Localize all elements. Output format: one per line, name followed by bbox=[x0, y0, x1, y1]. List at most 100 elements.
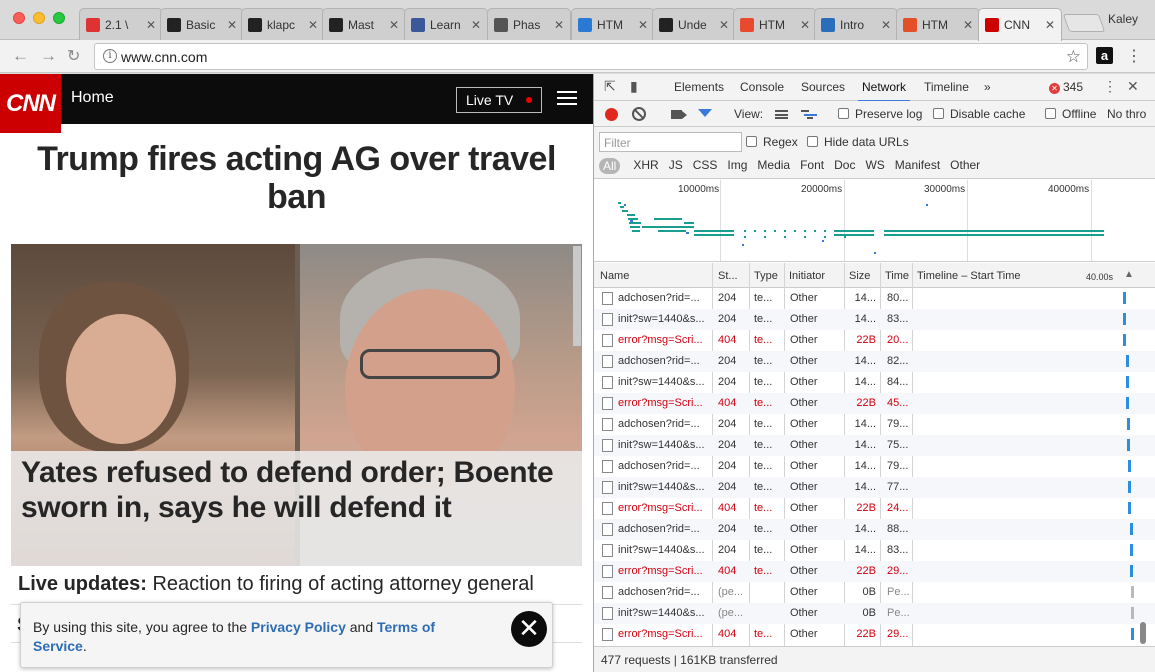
preserve-log-label[interactable]: Preserve log bbox=[855, 107, 922, 121]
record-icon[interactable] bbox=[605, 108, 618, 121]
cnn-logo[interactable]: CNN bbox=[0, 74, 61, 133]
more-tabs-button[interactable]: » bbox=[984, 80, 991, 94]
info-icon[interactable]: i bbox=[103, 49, 117, 63]
browser-tab[interactable]: Unde ✕ bbox=[652, 8, 736, 40]
filter-type-img[interactable]: Img bbox=[727, 158, 747, 174]
browser-tab[interactable]: Intro ✕ bbox=[814, 8, 898, 40]
request-row[interactable]: adchosen?rid=... 204 te... Other 14... 79... bbox=[594, 414, 1155, 435]
browser-tab[interactable]: HTM ✕ bbox=[571, 8, 655, 40]
filter-type-css[interactable]: CSS bbox=[693, 158, 718, 174]
close-tab-icon[interactable]: ✕ bbox=[800, 18, 810, 32]
page-headline[interactable]: Trump fires acting AG over travel ban bbox=[10, 140, 583, 216]
clear-icon[interactable] bbox=[632, 107, 646, 121]
request-row[interactable]: error?msg=Scri... 404 te... Other 22B 24... bbox=[594, 498, 1155, 519]
request-row[interactable]: init?sw=1440&s... (pe... Other 0B Pe... bbox=[594, 603, 1155, 624]
tab-network[interactable]: Network bbox=[857, 80, 911, 102]
tab-console[interactable]: Console bbox=[740, 80, 784, 94]
devtools-menu-icon[interactable]: ⋮ bbox=[1103, 78, 1117, 95]
tab-elements[interactable]: Elements bbox=[674, 80, 724, 94]
offline-label[interactable]: Offline bbox=[1062, 107, 1096, 121]
col-type[interactable]: Type bbox=[754, 270, 778, 282]
request-row[interactable]: error?msg=Scri... 404 te... Other 22B 29... bbox=[594, 624, 1155, 645]
profile-name[interactable]: Kaley bbox=[1108, 12, 1138, 26]
close-tab-icon[interactable]: ✕ bbox=[308, 18, 318, 32]
nav-home-link[interactable]: Home bbox=[71, 89, 114, 107]
network-overview[interactable]: 10000ms 20000ms 30000ms 40000ms bbox=[594, 180, 1155, 262]
preserve-log-checkbox[interactable] bbox=[838, 108, 849, 119]
browser-tab[interactable]: CNN ✕ bbox=[978, 8, 1062, 41]
browser-tab[interactable]: Phas ✕ bbox=[487, 8, 571, 40]
close-tab-icon[interactable]: ✕ bbox=[146, 18, 156, 32]
throttle-select[interactable]: No thro bbox=[1107, 107, 1146, 121]
bookmark-star-icon[interactable]: ☆ bbox=[1066, 47, 1081, 67]
col-time[interactable]: Time bbox=[885, 270, 909, 282]
col-status[interactable]: St... bbox=[718, 270, 738, 282]
story-subhead[interactable]: Yates refused to defend order; Boente sw… bbox=[21, 455, 581, 525]
privacy-policy-link[interactable]: Privacy Policy bbox=[251, 619, 346, 635]
zoom-window-button[interactable] bbox=[53, 12, 65, 24]
request-row[interactable]: init?sw=1440&s... 204 te... Other 14... 83... bbox=[594, 309, 1155, 330]
request-row[interactable]: init?sw=1440&s... 204 te... Other 14... 75... bbox=[594, 435, 1155, 456]
col-size[interactable]: Size bbox=[849, 270, 870, 282]
col-timeline[interactable]: Timeline – Start Time bbox=[917, 270, 1021, 282]
request-row[interactable]: adchosen?rid=... 204 te... Other 14... 88... bbox=[594, 519, 1155, 540]
url-text[interactable]: www.cnn.com bbox=[121, 49, 207, 65]
hide-data-urls-checkbox[interactable] bbox=[807, 136, 818, 147]
overview-icon[interactable] bbox=[801, 110, 817, 119]
request-row[interactable]: error?msg=Scri... 404 te... Other 22B 29... bbox=[594, 561, 1155, 582]
browser-tab[interactable]: HTM ✕ bbox=[733, 8, 817, 40]
browser-tab[interactable]: klapc ✕ bbox=[241, 8, 325, 40]
browser-tab[interactable]: HTM ✕ bbox=[896, 8, 980, 40]
filter-type-xhr[interactable]: XHR bbox=[633, 158, 658, 174]
browser-tab[interactable]: Learn ✕ bbox=[404, 8, 488, 40]
disable-cache-label[interactable]: Disable cache bbox=[950, 107, 1025, 121]
close-window-button[interactable] bbox=[13, 12, 25, 24]
request-row[interactable]: adchosen?rid=... 204 te... Other 14... 80... bbox=[594, 288, 1155, 309]
close-tab-icon[interactable]: ✕ bbox=[389, 18, 399, 32]
amazon-extension-icon[interactable]: a bbox=[1096, 47, 1113, 64]
request-row[interactable]: init?sw=1440&s... 204 te... Other 14... 84... bbox=[594, 372, 1155, 393]
request-row[interactable]: error?msg=Scri... 404 te... Other 22B 45... bbox=[594, 393, 1155, 414]
forward-arrow-icon[interactable]: → bbox=[40, 46, 57, 66]
filter-type-other[interactable]: Other bbox=[950, 158, 980, 174]
close-tab-icon[interactable]: ✕ bbox=[471, 18, 481, 32]
hide-data-urls-label[interactable]: Hide data URLs bbox=[824, 135, 909, 149]
table-scrollbar[interactable] bbox=[1140, 622, 1146, 644]
chrome-menu-icon[interactable]: ⋮ bbox=[1126, 46, 1142, 66]
address-bar[interactable]: i www.cnn.com ☆ bbox=[94, 43, 1088, 70]
tab-timeline[interactable]: Timeline bbox=[924, 80, 969, 94]
large-rows-icon[interactable] bbox=[775, 110, 788, 119]
request-row[interactable]: error?msg=Scri... 404 te... Other 22B 20... bbox=[594, 330, 1155, 351]
col-name[interactable]: Name bbox=[600, 270, 629, 282]
filter-type-font[interactable]: Font bbox=[800, 158, 824, 174]
close-tab-icon[interactable]: ✕ bbox=[227, 18, 237, 32]
request-row[interactable]: adchosen?rid=... 204 te... Other 14... 79... bbox=[594, 456, 1155, 477]
filter-type-all[interactable]: All bbox=[599, 158, 621, 174]
request-row[interactable]: init?sw=1440&s... 204 te... Other 14... 77... bbox=[594, 477, 1155, 498]
close-tab-icon[interactable]: ✕ bbox=[1045, 18, 1055, 32]
live-tv-button[interactable]: Live TV bbox=[456, 87, 542, 113]
minimize-window-button[interactable] bbox=[33, 12, 45, 24]
browser-tab[interactable]: Mast ✕ bbox=[322, 8, 406, 40]
regex-label[interactable]: Regex bbox=[763, 135, 798, 149]
reload-icon[interactable]: ↻ bbox=[67, 46, 80, 66]
offline-checkbox[interactable] bbox=[1045, 108, 1056, 119]
browser-tab[interactable]: Basic ✕ bbox=[160, 8, 244, 40]
close-tab-icon[interactable]: ✕ bbox=[719, 18, 729, 32]
request-row[interactable]: adchosen?rid=... 204 te... Other 14... 82... bbox=[594, 351, 1155, 372]
col-initiator[interactable]: Initiator bbox=[789, 270, 825, 282]
request-row[interactable]: adchosen?rid=... (pe... Other 0B Pe... bbox=[594, 582, 1155, 603]
live-updates-link[interactable]: Live updates: Reaction to firing of acti… bbox=[18, 573, 534, 596]
filter-funnel-icon[interactable] bbox=[698, 109, 712, 117]
close-tab-icon[interactable]: ✕ bbox=[554, 18, 564, 32]
device-mode-icon[interactable]: ▮ bbox=[630, 78, 638, 95]
error-count-badge[interactable]: ✕ 345 bbox=[1049, 80, 1083, 94]
regex-checkbox[interactable] bbox=[746, 136, 757, 147]
close-tab-icon[interactable]: ✕ bbox=[881, 18, 891, 32]
request-row[interactable]: init?sw=1440&s... 204 te... Other 14... 83... bbox=[594, 540, 1155, 561]
tab-sources[interactable]: Sources bbox=[801, 80, 845, 94]
new-tab-button[interactable] bbox=[1062, 14, 1106, 32]
close-icon[interactable]: ✕ bbox=[511, 611, 547, 647]
devtools-close-icon[interactable]: ✕ bbox=[1127, 78, 1139, 95]
close-tab-icon[interactable]: ✕ bbox=[638, 18, 648, 32]
